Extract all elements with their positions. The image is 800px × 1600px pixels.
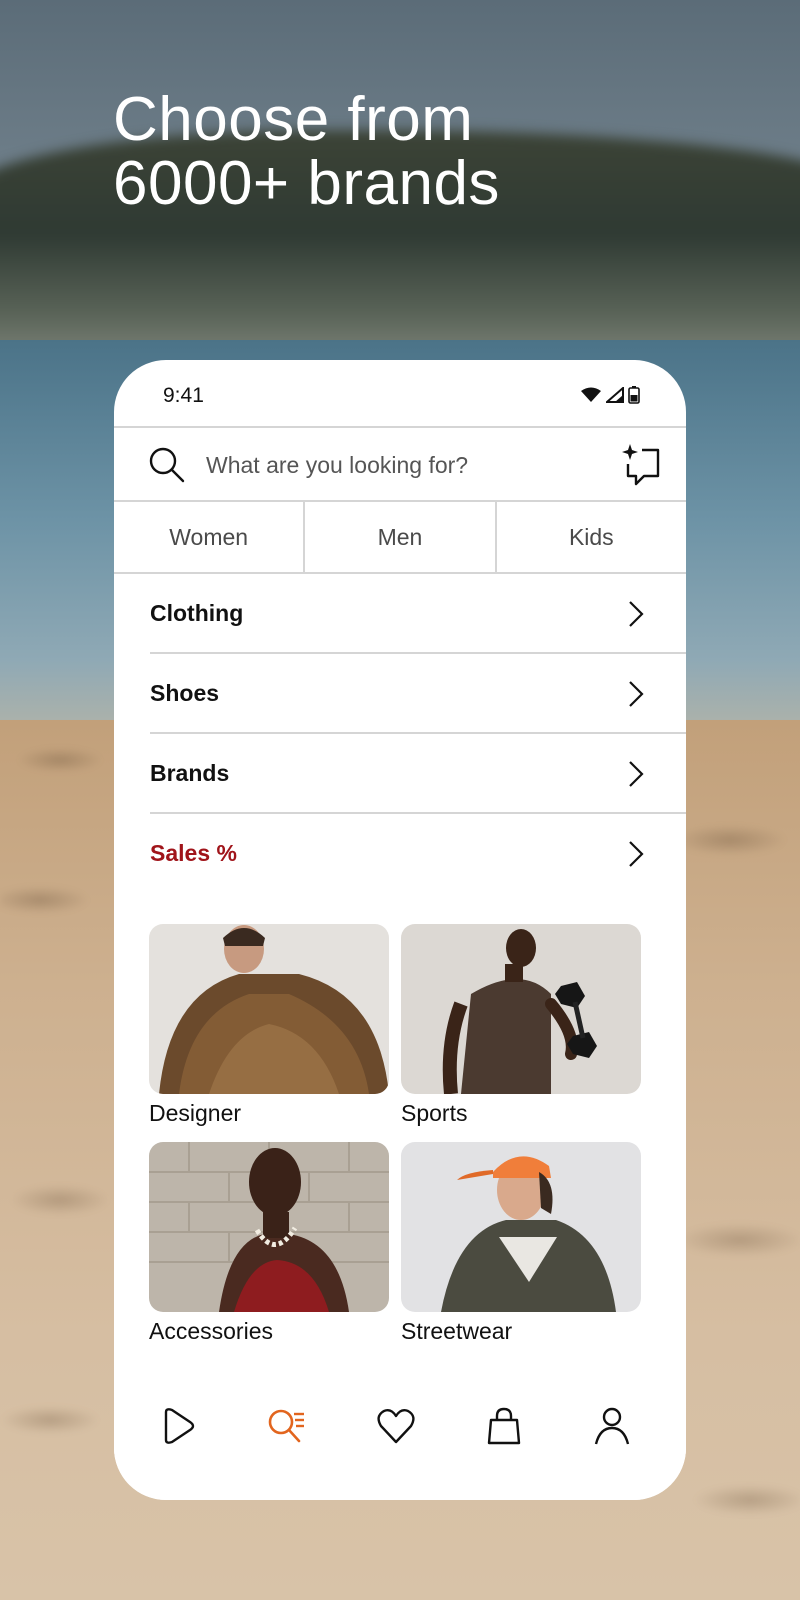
play-icon[interactable] — [158, 1406, 198, 1446]
headline-line-1: Choose from — [113, 85, 474, 154]
category-label: Brands — [150, 759, 230, 786]
chevron-right-icon — [629, 681, 644, 707]
chevron-right-icon — [629, 841, 644, 867]
gender-tabs: Women Men Kids — [114, 502, 686, 574]
designer-photo — [149, 924, 389, 1094]
profile-icon[interactable] — [592, 1406, 632, 1446]
category-brands[interactable]: Brands — [150, 734, 686, 814]
tab-women[interactable]: Women — [114, 502, 303, 572]
search-icon[interactable] — [148, 446, 186, 484]
sports-photo — [401, 924, 641, 1094]
tile-sports[interactable]: Sports — [401, 924, 641, 1130]
accessories-photo — [149, 1142, 389, 1312]
category-label: Clothing — [150, 599, 244, 626]
tile-label: Accessories — [149, 1318, 273, 1344]
category-sales[interactable]: Sales % — [150, 814, 686, 892]
category-clothing[interactable]: Clothing — [150, 574, 686, 654]
category-list: Clothing Shoes Brands Sales % — [150, 574, 686, 892]
search-list-icon[interactable] — [266, 1406, 306, 1446]
tab-men[interactable]: Men — [303, 502, 494, 572]
search-bar — [114, 426, 686, 502]
chevron-right-icon — [629, 761, 644, 787]
ai-assistant-icon[interactable] — [620, 442, 662, 488]
tile-label: Designer — [149, 1100, 242, 1126]
wifi-icon — [581, 387, 601, 402]
search-input[interactable] — [204, 446, 578, 484]
category-label: Sales % — [150, 839, 237, 866]
shopping-bag-icon[interactable] — [484, 1406, 524, 1446]
status-time: 9:41 — [163, 384, 204, 407]
cellular-signal-icon — [606, 387, 624, 403]
phone-screen: 9:41 Women Men — [114, 360, 686, 1500]
category-tiles: Designer Sports Accessories Streetwear — [149, 924, 641, 1348]
heart-icon[interactable] — [376, 1406, 416, 1446]
tile-accessories[interactable]: Accessories — [149, 1142, 389, 1348]
tile-label: Sports — [401, 1100, 468, 1126]
tile-streetwear[interactable]: Streetwear — [401, 1142, 641, 1348]
category-label: Shoes — [150, 679, 220, 706]
tab-kids[interactable]: Kids — [494, 502, 686, 572]
headline-line-2: 6000+ brands — [113, 149, 500, 218]
streetwear-photo — [401, 1142, 641, 1312]
chevron-right-icon — [629, 601, 644, 627]
tile-designer[interactable]: Designer — [149, 924, 389, 1130]
bottom-navigation — [114, 1388, 686, 1500]
status-bar: 9:41 — [114, 360, 686, 426]
tile-label: Streetwear — [401, 1318, 513, 1344]
promo-headline: Choose from 6000+ brands — [113, 88, 500, 216]
category-shoes[interactable]: Shoes — [150, 654, 686, 734]
battery-icon — [628, 386, 640, 404]
